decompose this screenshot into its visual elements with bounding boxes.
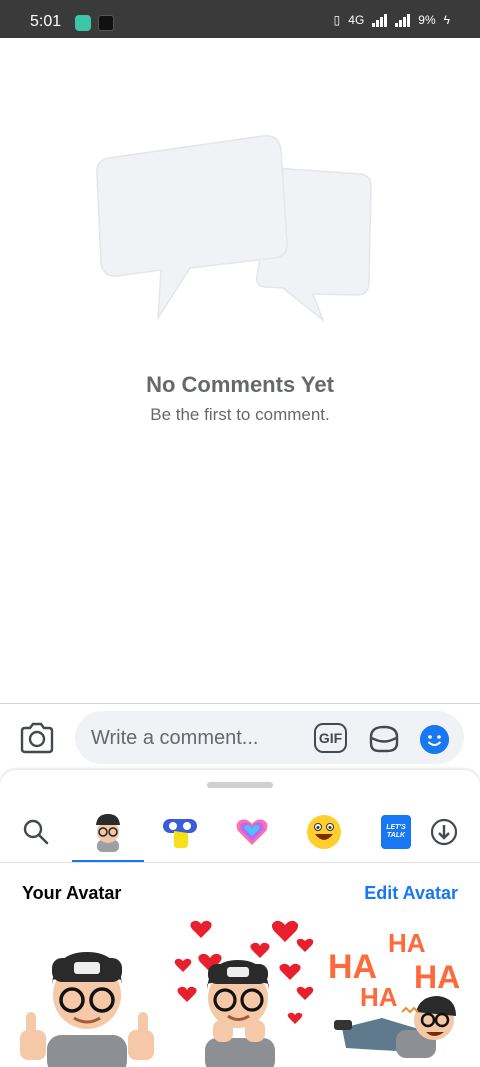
smiley-face-icon [307,815,341,849]
gif-button[interactable]: GIF [314,723,347,753]
tabs-divider [0,862,480,863]
haha-text-2: HA [388,928,426,958]
waving-hand-icon [163,819,197,848]
camera-icon[interactable] [19,722,55,754]
download-icon [430,818,458,846]
signal-icon-2 [395,13,411,27]
haha-text-1: HA [328,948,377,986]
status-bar: 5:01 ▯ 4G 9% ϟ [0,0,480,38]
chat-bubbles-icon [96,135,372,323]
search-icon [23,819,49,845]
sticker-thumbs-up[interactable] [12,920,162,1067]
signal-icon [372,13,388,27]
rainbow-heart-icon [236,819,268,845]
avatar-hearts-icon [174,920,314,1067]
comment-field[interactable]: GIF [75,711,464,764]
edit-avatar-link[interactable]: Edit Avatar [364,883,458,904]
vibrate-icon: ▯ [333,13,341,27]
tab-wave-sticker[interactable] [160,812,200,852]
avatar-thumbs-up-icon [20,952,154,1067]
notification-media-icon [98,15,114,31]
status-indicators: ▯ 4G 9% ϟ [334,13,450,27]
sticker-tabs: LET'S TALK [0,802,480,863]
haha-text-4: HA [414,959,460,995]
tab-smiley[interactable] [304,812,344,852]
tab-download[interactable] [424,812,464,852]
comment-composer: GIF [0,704,480,770]
network-type: 4G [348,13,365,27]
haha-text-3: HA [360,982,398,1012]
avatar-laughing-icon: HA HA HA HA [328,928,460,1058]
section-title: Your Avatar [22,883,122,903]
sticker-icon[interactable] [367,723,401,755]
status-time: 5:01 [30,13,62,30]
empty-state-title: No Comments Yet [146,372,334,397]
battery-percent: 9% [418,13,436,27]
battery-charging-icon: ϟ [443,13,450,27]
sticker-hearts[interactable] [165,920,315,1067]
tab-rainbow-heart[interactable] [232,812,272,852]
empty-state-subtitle: Be the first to comment. [150,405,330,424]
tab-avatar[interactable] [88,812,128,852]
avatar-face-icon [96,814,120,852]
emoji-icon[interactable] [420,725,449,754]
drag-handle[interactable] [207,782,273,788]
sticker-panel: LET'S TALK Your Avatar Edit Avatar HA HA… [0,770,480,1067]
notification-app-icon [75,15,91,31]
comment-input[interactable] [91,725,301,751]
tab-lets-talk[interactable]: LET'S TALK [376,812,416,852]
sticker-haha[interactable]: HA HA HA HA [322,920,472,1067]
lets-talk-icon: LET'S TALK [381,815,411,849]
tab-search[interactable] [16,812,56,852]
